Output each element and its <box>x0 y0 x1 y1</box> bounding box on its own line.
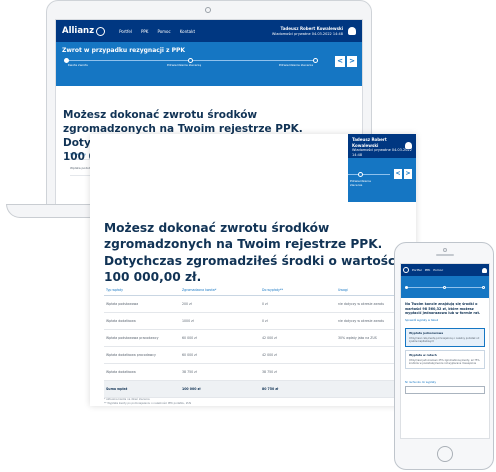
wizard-header: Zwrot w przypadku rezygnacji z PPK Kwota… <box>56 42 362 86</box>
user-avatar-icon[interactable] <box>348 27 356 35</box>
table-row: Wpłata dodatkowa 1000 zł 0 zł nie dotycz… <box>104 313 404 330</box>
phone-progress-line <box>405 286 485 289</box>
nav-link-pomoc[interactable]: Pomoc <box>157 29 170 34</box>
tablet-page: Tadeusz Robert Kowalewski Wiadomości pry… <box>90 134 416 406</box>
phone-nav-link-pomoc[interactable]: Pomoc <box>433 268 443 272</box>
tablet-step-label: Potwierdzenie zlecenia <box>350 179 371 187</box>
cell-amount: 200 zł <box>182 302 192 306</box>
phone-step-dot-3 <box>481 286 485 289</box>
tablet-wizard-header: Potwierdzenie zlecenia < > <box>348 158 416 202</box>
option-desc: Otrzymasz całą kwotę pomniejszoną o nale… <box>409 336 480 343</box>
sum-label: Suma wpłat <box>106 387 128 391</box>
step-label-1: Kwota zwrotu <box>67 63 89 67</box>
table-row: Wpłata dodatkowa 38 750 zł 38 750 zł <box>104 364 404 381</box>
phone-summary: Na Twoim koncie znajdują się środki o wa… <box>405 302 481 316</box>
table-footnotes: * Aktualna kwota na dzień zlecenia ** Wy… <box>104 398 191 406</box>
tablet-user-icon[interactable] <box>405 142 412 149</box>
option-lump-sum[interactable]: Wypłata jednorazowa Otrzymasz całą kwotę… <box>405 327 485 348</box>
phone-screen: Portfel PPK Pomoc Na Twoim koncie znajdu… <box>400 263 490 439</box>
phone-user-icon[interactable] <box>482 267 487 273</box>
cell-payout: 42 000 zł <box>262 336 277 340</box>
phone-navbar: Portfel PPK Pomoc <box>401 264 489 276</box>
nav-link-kontakt[interactable]: Kontakt <box>180 29 195 34</box>
top-navbar: Allianz Portfel PPK Pomoc Kontakt Tadeus… <box>56 20 362 42</box>
tablet-next-button[interactable]: > <box>404 169 412 179</box>
tablet-user-name: Tadeusz Robert Kowalewski <box>352 137 387 148</box>
device-mockup-composition: Allianz Portfel PPK Pomoc Kontakt Tadeus… <box>0 0 496 472</box>
col-header-amount: Zgromadzona kwota* <box>182 287 217 292</box>
cell-amount: 60 000 zł <box>182 336 197 340</box>
account-field-label: Nr rachunku do wypłaty <box>405 381 436 385</box>
nav-link-ppk[interactable]: PPK <box>141 29 148 34</box>
phone-nav-link-ppk[interactable]: PPK <box>425 268 431 272</box>
table-sum-row: Suma wpłat 100 000 zł 80 750 zł <box>104 381 404 398</box>
phone-nav-link-portfel[interactable]: Portfel <box>412 268 422 272</box>
table-header-row: Typ wpłaty Zgromadzona kwota* Do wypłaty… <box>104 284 404 296</box>
footnote: ** Wypłata kwoty po pomniejszeniu o nale… <box>104 401 192 405</box>
cell-payout: 0 zł <box>262 319 268 323</box>
wizard-title: Zwrot w przypadku rezygnacji z PPK <box>62 47 186 54</box>
laptop-camera <box>205 7 211 13</box>
phone-frame: Portfel PPK Pomoc Na Twoim koncie znajdu… <box>394 242 494 470</box>
step-label-3: Potwierdzenie zlecenia <box>278 63 314 67</box>
user-subtext: Wiadomości prywatne 04.03.2022 14:48 <box>271 31 343 36</box>
wizard-progress-line <box>64 58 318 63</box>
user-name: Tadeusz Robert Kowalewski <box>280 25 343 31</box>
phone-camera <box>443 248 447 252</box>
cell-type: Wpłata dodatkowa pracodawcy <box>106 353 156 357</box>
step-dot-3 <box>312 58 318 63</box>
phone-step-dot-2 <box>443 286 447 289</box>
main-menu: Portfel PPK Pomoc Kontakt <box>119 29 195 34</box>
account-number-input[interactable] <box>405 386 485 395</box>
table-row: Wpłata podstawowa pracodawcy 60 000 zł 4… <box>104 330 404 347</box>
cell-type: Wpłata podstawowa pracodawcy <box>106 336 159 340</box>
cell-amount: 1000 zł <box>182 319 194 323</box>
phone-wizard-header <box>401 276 489 298</box>
prev-step-button[interactable]: < <box>335 56 345 67</box>
cell-type: Wpłata podstawowa <box>106 302 139 306</box>
tablet-user-sub: Wiadomości prywatne 04.03.2022 14:48 <box>352 148 412 157</box>
allianz-eagle-icon[interactable] <box>403 267 409 273</box>
tablet-headline: Możesz dokonać zwrotu środków zgromadzon… <box>104 221 400 285</box>
contributions-table: Typ wpłaty Zgromadzona kwota* Do wypłaty… <box>104 284 404 398</box>
cell-type: Wpłata dodatkowa <box>106 370 136 374</box>
cell-payout: 42 000 zł <box>262 353 277 357</box>
option-title: Wypłata w ratach <box>409 353 437 358</box>
tablet-progress-line <box>348 174 390 175</box>
logo-text: Allianz <box>62 26 95 36</box>
tablet-prev-button[interactable]: < <box>394 169 402 179</box>
tablet-step-dot <box>358 172 363 177</box>
option-desc: Otrzymasz jednorazowo 25% zgromadzonej k… <box>409 358 480 366</box>
next-step-button[interactable]: > <box>347 56 357 67</box>
cell-payout: 0 zł <box>262 302 268 306</box>
col-header-type: Typ wpłaty <box>106 287 123 292</box>
table-row: Wpłata podstawowa 200 zł 0 zł nie dotycz… <box>104 296 404 313</box>
sum-payout: 80 750 zł <box>262 387 279 391</box>
table-row: Wpłata dodatkowa pracodawcy 60 000 zł 42… <box>104 347 404 364</box>
phone-home-button[interactable] <box>437 446 453 462</box>
step-label-2: Potwierdzenie zlecenią <box>166 63 202 67</box>
user-info: Tadeusz Robert Kowalewski Wiadomości pry… <box>272 26 343 36</box>
cell-amount: 60 000 zł <box>182 353 197 357</box>
option-title: Wypłata jednorazowa <box>409 330 444 335</box>
phone-step-dot-1 <box>405 286 408 289</box>
wizard-nav-arrows: < > <box>335 56 357 67</box>
cell-type: Wpłata dodatkowa <box>106 319 136 323</box>
tablet-nav-arrows: < > <box>394 169 412 179</box>
check-payouts-link[interactable]: Sprawdź wypłaty w tabeli <box>401 316 489 325</box>
allianz-eagle-icon <box>96 26 106 36</box>
sum-amount: 100 000 zł <box>182 387 201 391</box>
tablet-navbar: Tadeusz Robert Kowalewski Wiadomości pry… <box>348 134 416 158</box>
phone-speaker <box>436 254 454 256</box>
cell-amount: 38 750 zł <box>182 370 197 374</box>
option-installments[interactable]: Wypłata w ratach Otrzymasz jednorazowo 2… <box>405 350 485 370</box>
cell-payout: 38 750 zł <box>262 370 277 374</box>
brand-logo[interactable]: Allianz <box>62 26 106 36</box>
col-header-payout: Do wypłaty** <box>262 287 284 292</box>
nav-link-portfel[interactable]: Portfel <box>119 29 132 34</box>
